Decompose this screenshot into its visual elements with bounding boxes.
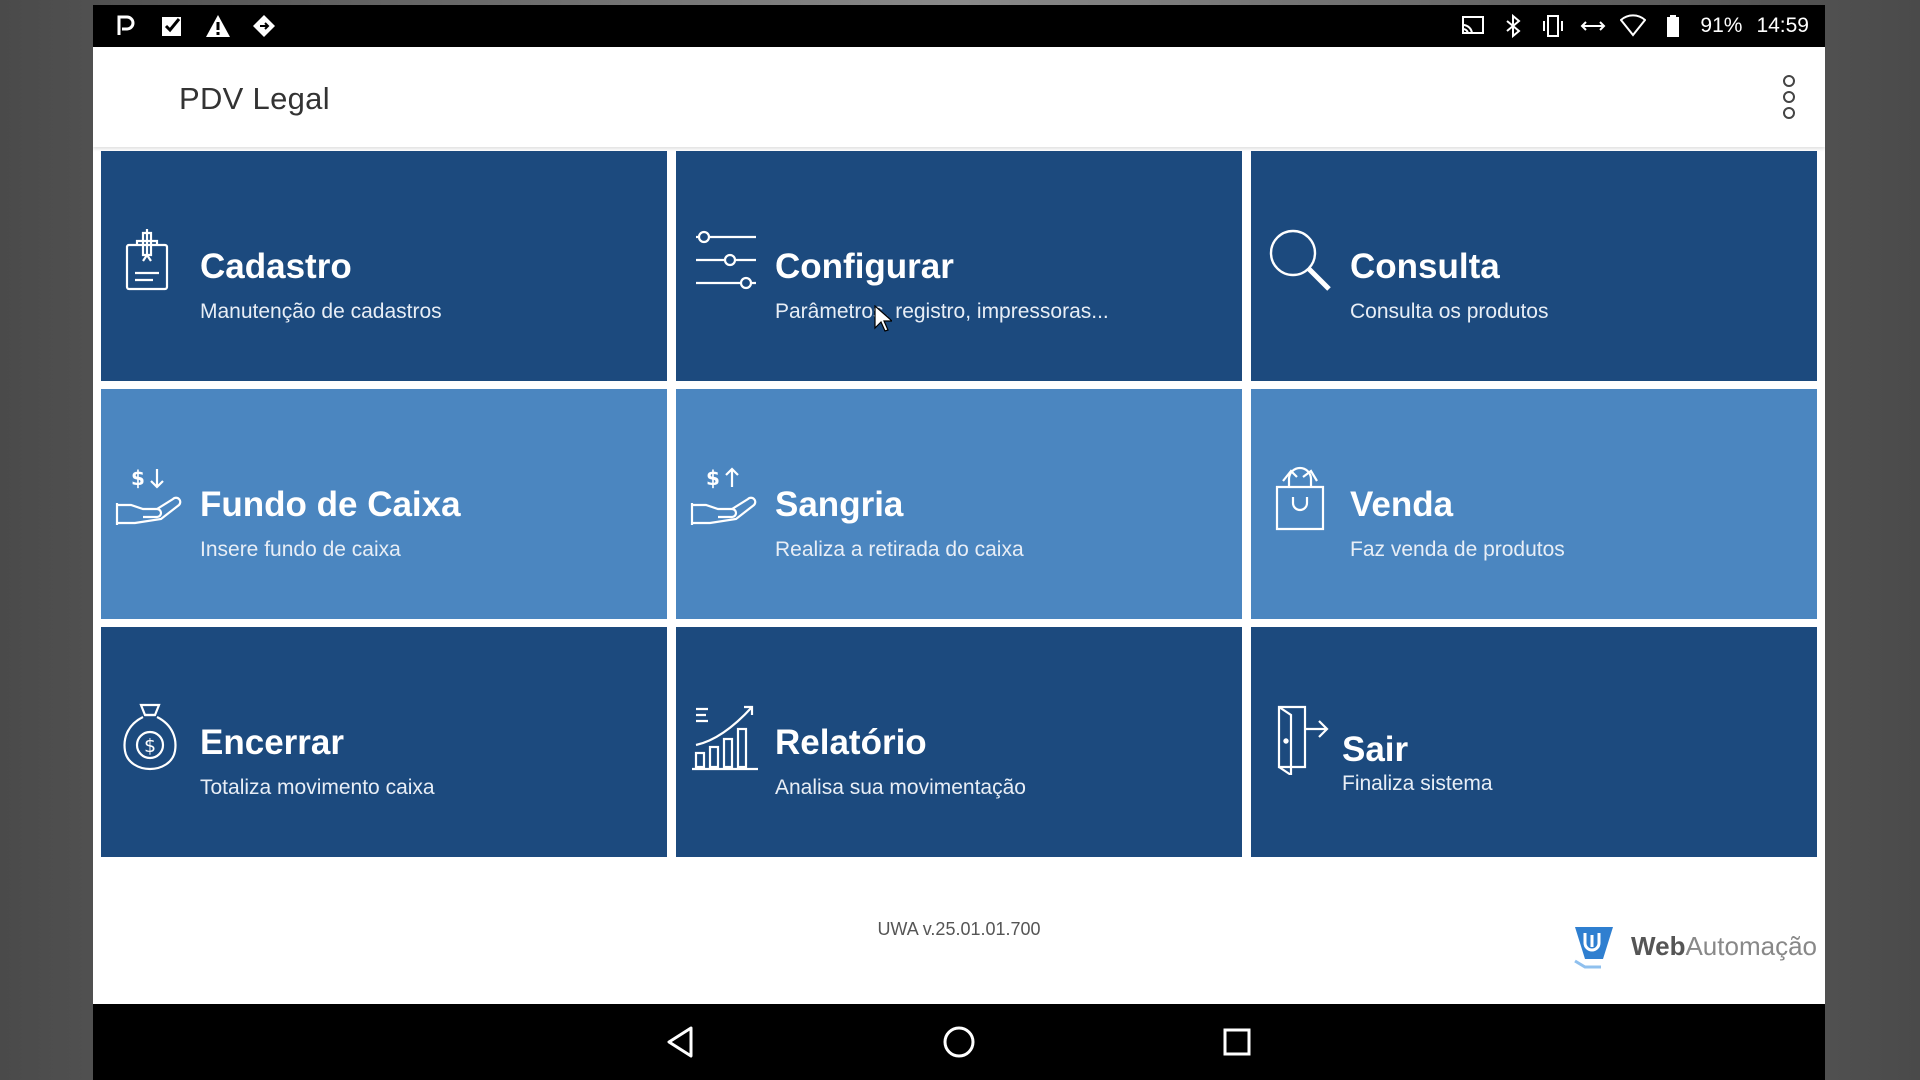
bar-chart-icon <box>688 699 762 773</box>
tile-subtitle: Parâmetros, registro, impressoras... <box>775 300 1109 323</box>
tile-sair[interactable]: Sair Finaliza sistema <box>1251 627 1817 857</box>
tile-encerrar[interactable]: $ Encerrar Totaliza movimento caixa <box>101 627 667 857</box>
brand-name-light: Automação <box>1685 930 1817 961</box>
brand-logo: WebAutomação <box>1571 921 1817 971</box>
tile-title: Relatório <box>775 723 927 762</box>
tile-title: Venda <box>1350 485 1454 524</box>
battery-percent: 91% <box>1700 14 1743 37</box>
recents-icon[interactable] <box>1217 1022 1257 1062</box>
navigation-bar <box>93 1004 1825 1080</box>
clipboard-pen-icon <box>113 223 187 297</box>
tile-title: Sair <box>1342 730 1409 769</box>
more-vert-icon[interactable] <box>1777 71 1801 123</box>
svg-text:$: $ <box>706 466 720 490</box>
wifi-icon <box>1620 13 1647 39</box>
warning-icon <box>205 13 231 39</box>
tile-subtitle: Insere fundo de caixa <box>200 538 401 561</box>
brand-name: WebAutomação <box>1631 931 1817 962</box>
bluetooth-icon <box>1500 13 1526 39</box>
money-bag-icon: $ <box>113 699 187 773</box>
cast-icon <box>1460 13 1486 39</box>
tile-subtitle: Analisa sua movimentação <box>775 776 1026 799</box>
tile-sangria[interactable]: $ Sangria Realiza a retirada do caixa <box>676 389 1242 619</box>
tile-venda[interactable]: Venda Faz venda de produtos <box>1251 389 1817 619</box>
tile-title: Sangria <box>775 485 904 524</box>
tile-title: Consulta <box>1350 247 1500 286</box>
svg-text:$: $ <box>131 466 145 490</box>
tile-consulta[interactable]: Consulta Consulta os produtos <box>1251 151 1817 381</box>
clock: 14:59 <box>1756 14 1809 37</box>
tile-subtitle: Faz venda de produtos <box>1350 538 1565 561</box>
tile-subtitle: Manutenção de cadastros <box>200 300 442 323</box>
tile-title: Fundo de Caixa <box>200 485 461 524</box>
vibrate-icon <box>1540 13 1566 39</box>
status-bar: 91% 14:59 <box>93 5 1825 47</box>
battery-icon <box>1660 13 1686 39</box>
tile-title: Cadastro <box>200 247 352 286</box>
tile-fundo-de-caixa[interactable]: $ Fundo de Caixa Insere fundo de caixa <box>101 389 667 619</box>
tile-configurar[interactable]: Configurar Parâmetros, registro, impress… <box>676 151 1242 381</box>
brand-name-bold: Web <box>1631 930 1686 961</box>
tile-subtitle: Totaliza movimento caixa <box>200 776 435 799</box>
diamond-arrows-icon <box>251 13 277 39</box>
tile-subtitle: Finaliza sistema <box>1342 772 1493 795</box>
sliders-icon <box>688 223 762 297</box>
tile-title: Configurar <box>775 247 954 286</box>
version-label: UWA v.25.01.01.700 <box>877 919 1041 939</box>
money-in-hand-icon: $ <box>113 461 187 535</box>
menu-grid: Cadastro Manutenção de cadastros Configu… <box>101 151 1817 861</box>
data-arrows-icon <box>1580 13 1606 39</box>
app-title: PDV Legal <box>179 81 330 116</box>
tile-cadastro[interactable]: Cadastro Manutenção de cadastros <box>101 151 667 381</box>
app-bar: PDV Legal <box>93 47 1825 147</box>
exit-door-icon <box>1269 701 1343 778</box>
back-icon[interactable] <box>661 1022 701 1062</box>
mouse-pointer-icon <box>874 304 894 333</box>
money-out-hand-icon: $ <box>688 461 762 535</box>
svg-text:$: $ <box>144 735 156 757</box>
webautomacao-logo-icon <box>1571 921 1621 971</box>
home-icon[interactable] <box>939 1022 979 1062</box>
tile-subtitle: Realiza a retirada do caixa <box>775 538 1024 561</box>
search-icon <box>1263 223 1337 297</box>
p-notification-icon <box>113 13 139 39</box>
device-screen: 91% 14:59 PDV Legal Cadastro Manutenção … <box>93 5 1825 1080</box>
shopping-bag-icon <box>1263 461 1337 535</box>
tile-subtitle: Consulta os produtos <box>1350 300 1549 323</box>
tile-relatorio[interactable]: Relatório Analisa sua movimentação <box>676 627 1242 857</box>
tile-title: Encerrar <box>200 723 344 762</box>
checkbox-notification-icon <box>159 13 185 39</box>
